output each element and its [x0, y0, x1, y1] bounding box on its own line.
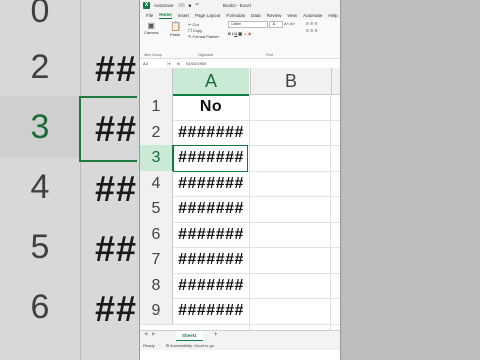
- fx-icon[interactable]: fx: [171, 61, 186, 66]
- column-header-a[interactable]: A: [173, 68, 249, 96]
- column-header-b[interactable]: B: [250, 68, 331, 95]
- active-cell-outline: [172, 145, 248, 172]
- row-header[interactable]: 4: [140, 170, 173, 196]
- sheet-nav-right-icon[interactable]: ▶: [152, 331, 155, 337]
- format-painter-icon[interactable]: ✎: [188, 34, 191, 39]
- paste-button[interactable]: Paste: [170, 32, 181, 37]
- align-left-icon[interactable]: ≡: [306, 28, 309, 34]
- grow-font-icon[interactable]: A˄: [284, 21, 289, 26]
- bg-hash: ##: [95, 288, 138, 329]
- bg-selection-box: [79, 96, 137, 162]
- cell-a4[interactable]: #######: [173, 171, 249, 197]
- bg-row-number: 3: [30, 108, 50, 146]
- bg-row-number: 4: [30, 168, 50, 206]
- col-gridline: [249, 94, 250, 330]
- cell-a6[interactable]: #######: [173, 222, 249, 248]
- sheet-tab-bar: ◀ ▶ Sheet1 +: [140, 330, 340, 341]
- align-center-icon[interactable]: ≡: [310, 28, 313, 34]
- row-header[interactable]: 6: [140, 221, 173, 247]
- format-painter-button[interactable]: Format Painter: [192, 34, 218, 39]
- paste-icon[interactable]: 📋: [170, 21, 181, 32]
- underline-icon[interactable]: U: [234, 31, 237, 36]
- group-label-clipboard: Clipboard: [198, 53, 213, 57]
- accessibility-icon: ⚙: [165, 343, 170, 348]
- cell-a8[interactable]: #######: [173, 273, 249, 299]
- bold-icon[interactable]: B: [228, 31, 231, 36]
- row-header[interactable]: 3: [140, 145, 174, 171]
- fill-color-icon[interactable]: ▲: [243, 31, 247, 36]
- bg-row-number: 6: [30, 288, 50, 326]
- spreadsheet-grid: A B 1 No 2 ####### 3 ####### 4 ####### 5 ####### 6…: [140, 68, 340, 330]
- autosave-toggle[interactable]: [177, 3, 185, 7]
- status-bar: Ready ⚙ Accessibility: Good to go: [140, 341, 340, 350]
- copy-button[interactable]: Copy: [193, 28, 202, 33]
- cell-a1[interactable]: No: [173, 94, 249, 120]
- cell-a2[interactable]: #######: [173, 120, 249, 146]
- status-ready: Ready: [143, 343, 155, 348]
- row-header[interactable]: 2: [140, 119, 173, 145]
- borders-icon[interactable]: ▦: [238, 31, 242, 36]
- bg-divider: [80, 0, 81, 360]
- align-top-icon[interactable]: ≡: [306, 21, 309, 27]
- bg-hash: ##: [95, 168, 138, 209]
- align-bottom-icon[interactable]: ≡: [315, 21, 318, 27]
- name-box[interactable]: A3: [140, 61, 168, 66]
- bg-row-number: 5: [30, 228, 50, 266]
- cut-button[interactable]: Cut: [192, 22, 198, 27]
- row-header[interactable]: 1: [140, 94, 173, 120]
- shrink-font-icon[interactable]: A˅: [290, 21, 295, 26]
- bg-row-number: 2: [30, 48, 50, 86]
- file-title: Book2 - Excel: [223, 2, 251, 8]
- font-controls: Calibri 11 A˄ A˅ B I U ▦ ▲ A: [228, 21, 295, 36]
- bg-hash: ##: [95, 228, 138, 269]
- ribbon: ▣ Camera 📋 Paste ✂ Cut ❐ Copy ✎ Format P…: [140, 19, 340, 59]
- bg-hash: ##: [95, 48, 138, 89]
- sheet-tab-sheet1[interactable]: Sheet1: [176, 331, 203, 341]
- row-header[interactable]: 5: [140, 196, 173, 222]
- alignment-controls: ≡ ≡ ≡ ≡ ≡ ≡: [306, 21, 318, 35]
- sheet-nav-left-icon[interactable]: ◀: [144, 331, 147, 337]
- bg-right-panel: [340, 0, 480, 360]
- column-header-c[interactable]: [331, 68, 340, 95]
- clipboard-actions: ✂ Cut ❐ Copy ✎ Format Painter: [188, 22, 219, 40]
- cell-a9[interactable]: #######: [173, 298, 249, 324]
- row-header[interactable]: 7: [140, 247, 173, 273]
- italic-icon[interactable]: I: [232, 31, 233, 36]
- undo-icon[interactable]: ↶: [195, 2, 199, 8]
- align-right-icon[interactable]: ≡: [315, 28, 318, 34]
- font-size-select[interactable]: 11: [269, 21, 284, 28]
- group-label-font: Font: [266, 53, 274, 57]
- align-middle-icon[interactable]: ≡: [310, 21, 313, 27]
- formula-input[interactable]: 01/01/1900: [186, 61, 206, 66]
- ribbon-tabs: File Home Insert Page Layout Formulas Da…: [140, 10, 340, 19]
- add-sheet-button[interactable]: +: [214, 332, 218, 338]
- excel-window: X AutoSave ■ ↶ Book2 - Excel File Home I…: [140, 0, 340, 360]
- copy-icon[interactable]: ❐: [188, 28, 192, 33]
- font-color-icon[interactable]: A: [248, 31, 251, 36]
- cell-a5[interactable]: #######: [173, 196, 249, 222]
- autosave-label: AutoSave: [154, 2, 174, 8]
- save-icon[interactable]: ■: [189, 3, 192, 8]
- font-name-select[interactable]: Calibri: [228, 21, 268, 28]
- title-bar: X AutoSave ■ ↶ Book2 - Excel: [140, 0, 340, 10]
- col-gridline: [330, 94, 331, 330]
- camera-group: ▣ Camera: [144, 21, 158, 35]
- camera-icon[interactable]: ▣: [144, 21, 158, 30]
- camera-button[interactable]: Camera: [144, 30, 158, 35]
- paste-group: 📋 Paste: [170, 21, 181, 37]
- excel-logo-icon: X: [143, 1, 150, 9]
- row-header[interactable]: 8: [140, 272, 173, 298]
- cell-a7[interactable]: #######: [173, 247, 249, 273]
- row-header[interactable]: 9: [140, 298, 173, 324]
- bg-row-number: 0: [30, 0, 50, 30]
- tab-home[interactable]: Home: [159, 12, 172, 19]
- row-gridline: [140, 323, 340, 325]
- cut-icon[interactable]: ✂: [188, 22, 191, 27]
- select-all-corner[interactable]: [140, 68, 173, 95]
- bottom-edge: [140, 350, 340, 360]
- status-accessibility[interactable]: Accessibility: Good to go: [170, 343, 214, 348]
- group-label-new: New Group: [144, 53, 162, 57]
